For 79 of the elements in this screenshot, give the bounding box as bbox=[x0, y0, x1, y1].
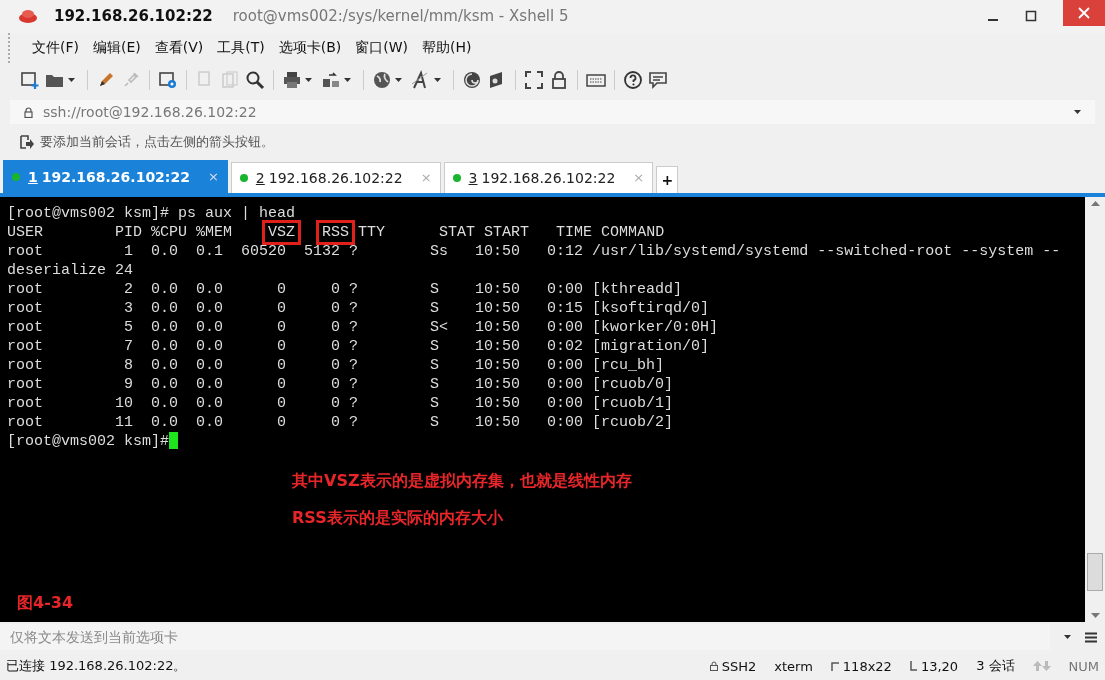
caret-icon[interactable] bbox=[434, 78, 441, 83]
caret-icon[interactable] bbox=[395, 78, 402, 83]
hint-text: 要添加当前会话，点击左侧的箭头按钮。 bbox=[40, 132, 274, 151]
maximize-icon[interactable] bbox=[1025, 10, 1037, 23]
lock-icon bbox=[709, 661, 718, 671]
menu-item[interactable]: 文件(F) bbox=[32, 38, 79, 57]
annotation-text: 其中VSZ表示的是虚拟内存集，也就是线性内存 bbox=[292, 470, 633, 492]
settings-icon[interactable] bbox=[158, 70, 178, 91]
size-icon bbox=[830, 661, 839, 671]
menu-item[interactable]: 窗口(W) bbox=[355, 38, 409, 57]
menu-item[interactable]: 帮助(H) bbox=[422, 38, 472, 57]
terminal-line: root 7 0.0 0.0 0 0 ? S 10:50 0:02 [migration/0] bbox=[7, 337, 710, 355]
terminal-line: root 3 0.0 0.0 0 0 ? S 10:50 0:15 [ksoftirqd/0] bbox=[7, 299, 710, 317]
up-arrow-icon bbox=[1032, 661, 1042, 671]
session-tab[interactable]: 3 192.168.26.102:22 × bbox=[443, 161, 654, 193]
globe-icon[interactable] bbox=[372, 70, 392, 91]
terminal-prompt: [root@vms002 ksm]# bbox=[7, 432, 170, 450]
terminal-line: root 10 0.0 0.0 0 0 ? S 10:50 0:00 [rcuob/1] bbox=[7, 394, 674, 412]
menu-item[interactable]: 选项卡(B) bbox=[278, 38, 342, 57]
terminal-line: root 11 0.0 0.0 0 0 ? S 10:50 0:00 [rcuob/2] bbox=[7, 413, 674, 431]
terminal-line: [root@vms002 ksm]# ps aux | head bbox=[7, 204, 296, 222]
scrollbar[interactable] bbox=[1085, 196, 1105, 623]
status-dot-icon bbox=[452, 173, 461, 182]
scroll-down-icon[interactable] bbox=[1090, 613, 1100, 619]
scroll-up-icon[interactable] bbox=[1090, 200, 1100, 206]
session-count-status: 3 会话 bbox=[976, 657, 1015, 675]
menu-item[interactable]: 工具(T) bbox=[217, 38, 265, 57]
terminal-size-status: 118x22 bbox=[842, 658, 892, 674]
scrollbar-thumb[interactable] bbox=[1087, 553, 1103, 592]
window-subtitle: root@vms002:/sys/kernel/mm/ksm - Xshell 5 bbox=[232, 7, 569, 26]
down-arrow-icon bbox=[1041, 661, 1051, 671]
terminal-line: USER PID %CPU %MEM bbox=[7, 223, 234, 241]
fullscreen-icon[interactable] bbox=[524, 70, 544, 91]
caret-icon[interactable] bbox=[305, 78, 312, 83]
terminal-line: TTY STAT START TIME COMMAND bbox=[357, 223, 665, 241]
caret-icon[interactable] bbox=[344, 78, 351, 83]
terminal-line: root 2 0.0 0.0 0 0 ? S 10:50 0:00 [kthreadd] bbox=[7, 280, 683, 298]
swirl-icon[interactable] bbox=[462, 70, 482, 91]
terminal-line: root 1 0.0 0.1 60520 5132 ? Ss 10:50 0:12 /usr/lib/systemd/systemd --switched-root --system -- bbox=[7, 242, 1061, 260]
terminal-type-status: xterm bbox=[774, 658, 813, 674]
session-tab[interactable]: 1 192.168.26.102:22 × bbox=[3, 159, 228, 193]
caret-icon[interactable] bbox=[68, 78, 75, 83]
window-title: 192.168.26.102:22 bbox=[54, 7, 213, 26]
terminal-line: deserialize 24 bbox=[7, 261, 134, 279]
menu-item[interactable]: 编辑(E) bbox=[93, 38, 141, 57]
highlighted-column-heading: RSS bbox=[316, 219, 356, 245]
dropdown-caret-icon[interactable] bbox=[1064, 635, 1071, 640]
status-dot-icon bbox=[239, 173, 248, 182]
chat-icon[interactable] bbox=[648, 70, 668, 91]
menu-icon[interactable] bbox=[1085, 631, 1097, 643]
help-icon[interactable] bbox=[623, 70, 643, 91]
highlighted-column-heading: VSZ bbox=[262, 219, 302, 245]
terminal-line: root 8 0.0 0.0 0 0 ? S 10:50 0:00 [rcu_bh] bbox=[7, 356, 665, 374]
protocol-status: SSH2 bbox=[721, 658, 757, 674]
close-icon bbox=[1078, 7, 1090, 19]
cursor-position-status: 13,20 bbox=[920, 658, 959, 674]
connection-status: 已连接 192.168.26.102:22。 bbox=[6, 657, 187, 675]
lock-icon bbox=[24, 106, 33, 118]
send-text-field[interactable]: 仅将文本发送到当前选项卡 bbox=[0, 624, 1050, 651]
session-tab[interactable]: 2 192.168.26.102:22 × bbox=[230, 161, 441, 193]
terminal-line: root 5 0.0 0.0 0 0 ? S< 10:50 0:00 [kworker/0:0H] bbox=[7, 318, 719, 336]
cursor-block bbox=[169, 432, 179, 450]
printer-icon[interactable] bbox=[282, 70, 302, 91]
new-tab-button[interactable]: + bbox=[656, 165, 679, 193]
app-logo-icon bbox=[18, 8, 38, 25]
search-icon[interactable] bbox=[245, 70, 265, 91]
menu-item[interactable]: 查看(V) bbox=[154, 38, 204, 57]
address-field[interactable]: ssh://root@192.168.26.102:22 bbox=[10, 100, 1095, 125]
terminal-line: root 9 0.0 0.0 0 0 ? S 10:50 0:00 [rcuob/0] bbox=[7, 375, 674, 393]
lock-icon[interactable] bbox=[549, 70, 569, 91]
new-session-icon[interactable] bbox=[20, 70, 40, 91]
add-session-arrow-icon[interactable] bbox=[20, 134, 34, 149]
figure-label: 图4-34 bbox=[16, 593, 75, 615]
cursor-position-icon bbox=[909, 661, 917, 671]
annotation-text: RSS表示的是实际的内存大小 bbox=[292, 507, 504, 529]
dropdown-caret-icon[interactable] bbox=[1074, 110, 1081, 115]
status-dot-icon bbox=[12, 172, 20, 181]
num-lock-status: NUM bbox=[1068, 658, 1099, 674]
close-button[interactable] bbox=[1063, 0, 1105, 26]
